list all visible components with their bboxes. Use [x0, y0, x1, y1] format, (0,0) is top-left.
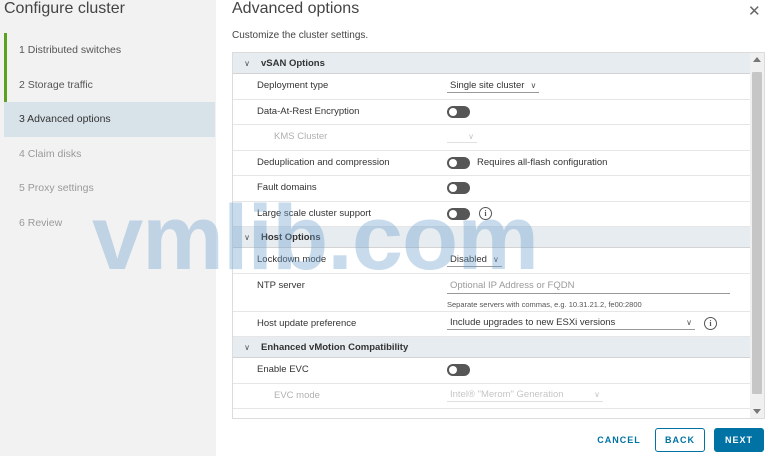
- chevron-down-icon: ∨: [594, 390, 600, 399]
- large-scale-label: Large scale cluster support: [257, 207, 372, 219]
- row-deployment-type: Deployment type Single site cluster ∨: [233, 74, 750, 100]
- fault-domains-label: Fault domains: [257, 182, 317, 193]
- vertical-scrollbar[interactable]: [750, 53, 764, 418]
- chevron-down-icon: ∨: [468, 131, 474, 141]
- wizard-sidebar: Configure cluster 1 Distributed switches…: [0, 0, 216, 456]
- row-lockdown: Lockdown mode Disabled ∨: [233, 248, 750, 274]
- enable-evc-toggle[interactable]: [447, 364, 470, 376]
- chevron-down-icon[interactable]: ∨: [233, 343, 261, 352]
- row-encryption: Data-At-Rest Encryption: [233, 100, 750, 125]
- dedup-toggle[interactable]: [447, 156, 470, 169]
- chevron-down-icon[interactable]: ∨: [233, 233, 261, 242]
- chevron-down-icon: ∨: [686, 318, 692, 327]
- evc-mode-label: EVC mode: [274, 389, 320, 401]
- update-pref-value: Include upgrades to new ESXi versions: [450, 317, 616, 328]
- step-claim-disks: 4 Claim disks: [19, 147, 82, 160]
- evc-mode-select: Intel® "Merom" Generation ∨: [447, 389, 603, 402]
- options-panel: ∨ vSAN Options Deployment type Single si…: [232, 52, 765, 419]
- step-storage-traffic[interactable]: 2 Storage traffic: [4, 67, 215, 102]
- deployment-type-label: Deployment type: [257, 80, 329, 91]
- row-large-scale: Large scale cluster support i: [233, 202, 750, 227]
- scroll-up-icon[interactable]: [753, 57, 761, 62]
- page-title: Advanced options: [232, 0, 360, 17]
- evc-mode-value: Intel® "Merom" Generation: [450, 389, 564, 400]
- cancel-button[interactable]: CANCEL: [589, 428, 649, 452]
- row-fault-domains: Fault domains: [233, 176, 750, 202]
- dedup-note: Requires all-flash configuration: [477, 157, 608, 168]
- deployment-type-select[interactable]: Single site cluster ∨: [447, 79, 540, 93]
- section-label: vSAN Options: [261, 57, 325, 69]
- deployment-type-value: Single site cluster: [450, 79, 525, 91]
- wizard-title: Configure cluster: [4, 0, 125, 17]
- chevron-down-icon: ∨: [492, 254, 499, 264]
- section-vsan-options[interactable]: ∨ vSAN Options: [233, 53, 750, 74]
- row-ntp: NTP server Optional IP Address or FQDN S…: [233, 274, 750, 312]
- dedup-label: Deduplication and compression: [257, 156, 390, 168]
- wizard-steps: 1 Distributed switches 2 Storage traffic…: [4, 33, 215, 240]
- ntp-help-text: Separate servers with commas, e.g. 10.31…: [447, 299, 642, 309]
- info-icon[interactable]: i: [479, 207, 492, 220]
- step-proxy-settings: 5 Proxy settings: [19, 182, 94, 194]
- step-advanced-options[interactable]: 3 Advanced options: [4, 102, 215, 137]
- options-list: ∨ vSAN Options Deployment type Single si…: [233, 53, 750, 409]
- fault-domains-toggle[interactable]: [447, 182, 470, 194]
- row-dedup: Deduplication and compression Requires a…: [233, 151, 750, 176]
- next-button[interactable]: NEXT: [714, 428, 764, 452]
- section-label: Host Options: [261, 231, 321, 243]
- lockdown-label: Lockdown mode: [257, 254, 327, 265]
- page-subtitle: Customize the cluster settings.: [232, 30, 369, 41]
- section-label: Enhanced vMotion Compatibility: [261, 341, 409, 353]
- close-icon[interactable]: ✕: [748, 4, 761, 19]
- scrollbar-thumb[interactable]: [752, 72, 762, 394]
- update-pref-label: Host update preference: [257, 317, 357, 329]
- section-evc[interactable]: ∨ Enhanced vMotion Compatibility: [233, 337, 750, 358]
- row-update-pref: Host update preference Include upgrades …: [233, 312, 750, 337]
- step-review: 6 Review: [19, 216, 63, 229]
- kms-cluster-select: ∨: [447, 132, 477, 143]
- ntp-input[interactable]: Optional IP Address or FQDN: [447, 280, 730, 294]
- row-kms-cluster: KMS Cluster ∨: [233, 125, 750, 151]
- large-scale-toggle[interactable]: [447, 207, 470, 220]
- row-evc-mode: EVC mode Intel® "Merom" Generation ∨: [233, 384, 750, 409]
- ntp-label: NTP server: [257, 279, 305, 291]
- update-pref-select[interactable]: Include upgrades to new ESXi versions ∨: [447, 317, 695, 330]
- step-distributed-switches[interactable]: 1 Distributed switches: [4, 33, 215, 68]
- encryption-toggle[interactable]: [447, 105, 470, 118]
- lockdown-select[interactable]: Disabled ∨: [447, 254, 502, 267]
- kms-cluster-label: KMS Cluster: [274, 131, 328, 142]
- chevron-down-icon[interactable]: ∨: [233, 59, 261, 68]
- back-button[interactable]: BACK: [655, 428, 705, 452]
- enable-evc-label: Enable EVC: [257, 364, 309, 375]
- chevron-down-icon: ∨: [530, 80, 537, 90]
- row-enable-evc: Enable EVC: [233, 358, 750, 384]
- lockdown-value: Disabled: [450, 253, 487, 265]
- section-host-options[interactable]: ∨ Host Options: [233, 227, 750, 248]
- info-icon[interactable]: i: [704, 317, 717, 330]
- scroll-down-icon[interactable]: [753, 409, 761, 414]
- wizard-main: Advanced options ✕ Customize the cluster…: [216, 0, 768, 456]
- encryption-label: Data-At-Rest Encryption: [257, 105, 360, 117]
